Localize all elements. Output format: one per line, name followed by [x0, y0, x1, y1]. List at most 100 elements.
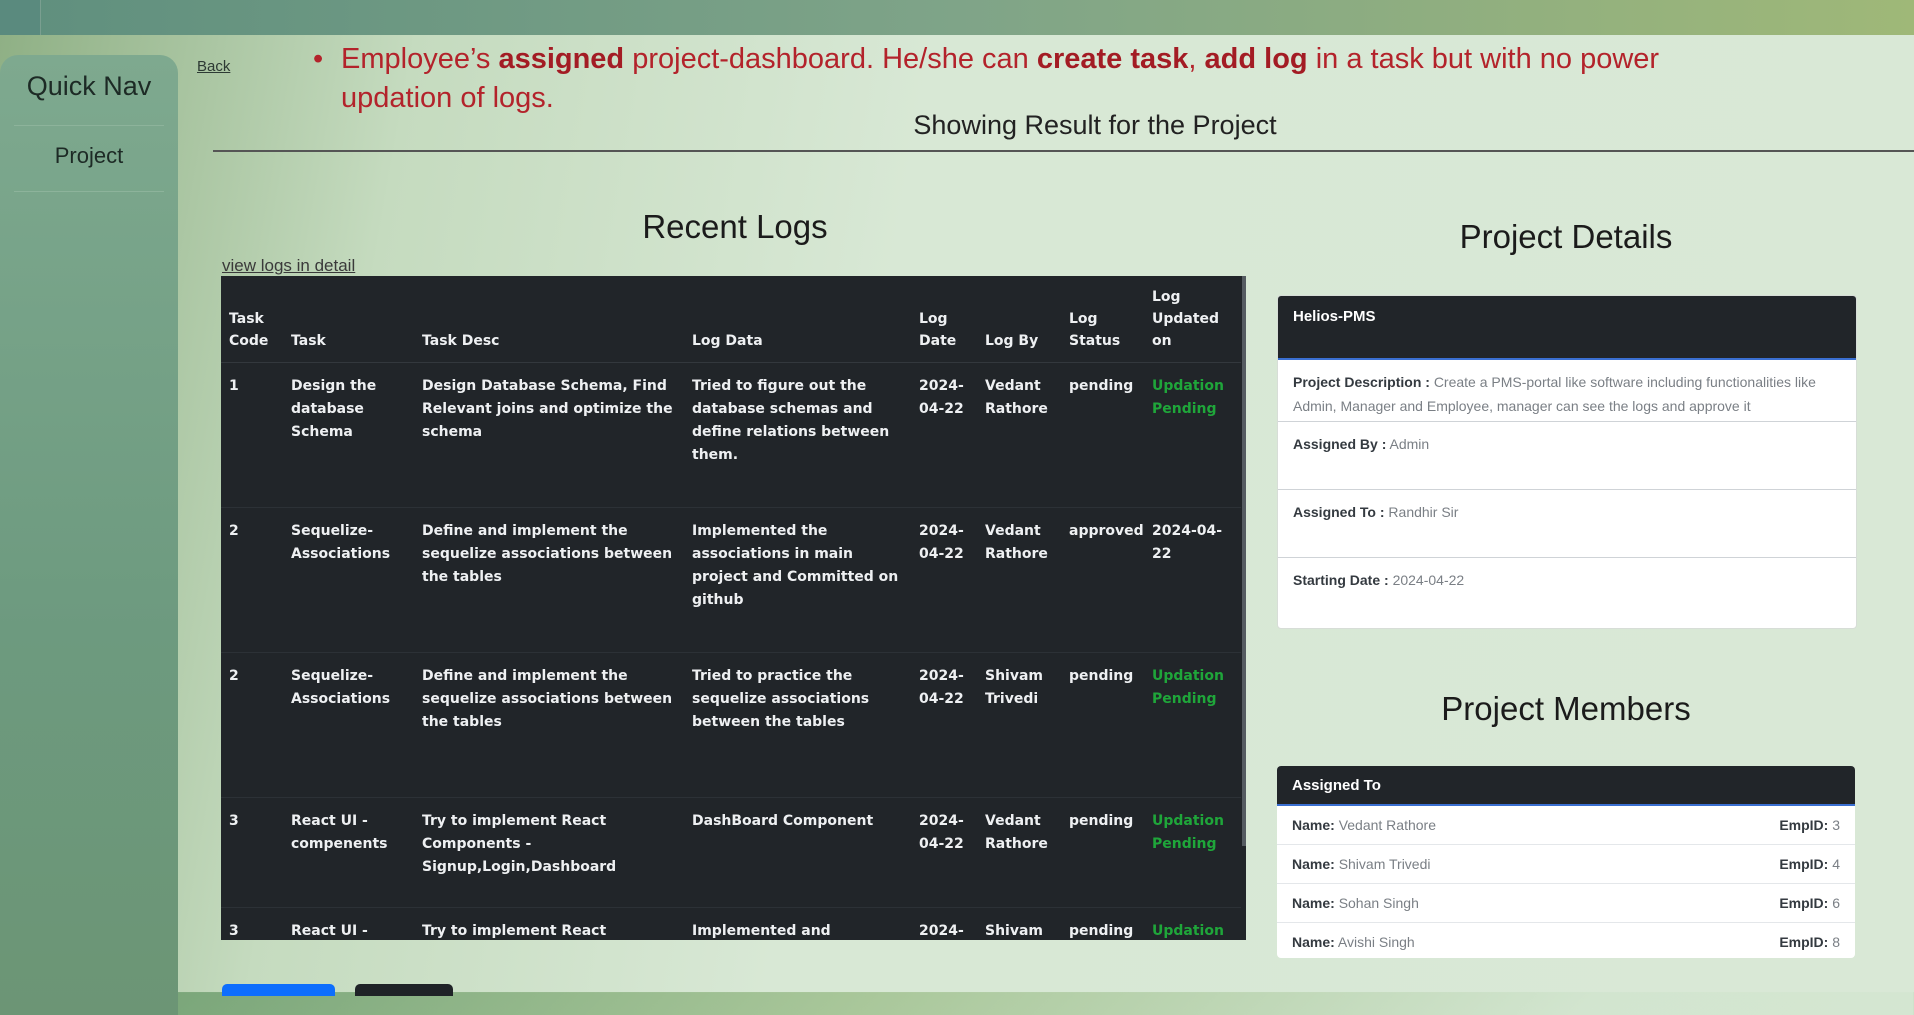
note-part: , [1188, 43, 1205, 75]
cell-log-status: pending [1061, 362, 1144, 508]
cell-log-data: Implemented the associations in main pro… [684, 507, 911, 653]
project-members-card: Assigned To Name: Vedant Rathore EmpID: … [1277, 766, 1855, 958]
cell-log-updated: Updation Pending [1144, 797, 1241, 908]
note-part: project-dashboard. He/she can [624, 43, 1037, 75]
name-label: Name: [1292, 856, 1335, 872]
section-divider [213, 150, 1914, 152]
cell-log-data: DashBoard Component [684, 797, 911, 908]
cell-log-date: 2024-04-22 [911, 362, 977, 508]
member-empid: EmpID: 4 [1779, 845, 1840, 884]
table-row: 2 Sequelize-Associations Define and impl… [221, 652, 1241, 798]
empid-value: 6 [1832, 895, 1840, 911]
empid-value: 3 [1832, 817, 1840, 833]
empid-label: EmpID: [1779, 856, 1829, 872]
cell-task: Sequelize-Associations [283, 507, 414, 653]
table-header-row: Task Code Task Task Desc Log Data Log Da… [221, 276, 1241, 363]
cell-log-status: pending [1061, 652, 1144, 798]
cell-log-by: Shivam [977, 907, 1061, 940]
name-label: Name: [1292, 934, 1335, 950]
member-name: Avishi Singh [1337, 934, 1415, 950]
cell-task-desc: Define and implement the sequelize assoc… [414, 652, 684, 798]
assigned-to-value: Randhir Sir [1388, 504, 1459, 520]
member-row: Name: Avishi Singh EmpID: 8 [1277, 923, 1855, 958]
cell-log-by: Shivam Trivedi [977, 652, 1061, 798]
cell-log-status: pending [1061, 907, 1144, 940]
cell-task-code: 3 [221, 907, 283, 940]
field-label: Assigned To : [1293, 504, 1385, 520]
members-header: Assigned To [1277, 766, 1855, 806]
dark-button[interactable] [355, 984, 453, 996]
project-members-title: Project Members [1441, 690, 1691, 727]
cell-task: Design the database Schema [283, 362, 414, 508]
cell-log-updated: Updation Pending [1144, 652, 1241, 798]
back-link[interactable]: Back [197, 58, 230, 75]
name-label: Name: [1292, 895, 1335, 911]
member-row: Name: Vedant Rathore EmpID: 3 [1277, 806, 1855, 845]
recent-logs-table: Task Code Task Task Desc Log Data Log Da… [221, 276, 1241, 940]
field-label: Project Description : [1293, 374, 1430, 390]
project-details-card: Helios-PMS Project Description : Create … [1277, 295, 1857, 629]
cell-log-data: Tried to practice the sequelize associat… [684, 652, 911, 798]
note-part: Employee’s [341, 43, 499, 75]
member-empid: EmpID: 8 [1779, 923, 1840, 958]
recent-logs-title: Recent Logs [642, 208, 828, 245]
field-label: Assigned By : [1293, 436, 1387, 452]
empid-value: 8 [1832, 934, 1840, 950]
cell-log-date: 2024-04-22 [911, 797, 977, 908]
cell-log-by: Vedant Rathore [977, 362, 1061, 508]
member-empid: EmpID: 3 [1779, 806, 1840, 845]
empid-label: EmpID: [1779, 817, 1829, 833]
empid-value: 4 [1832, 856, 1840, 872]
table-scrollbar[interactable] [1242, 276, 1246, 846]
top-bar-stub [0, 0, 41, 35]
top-bar [0, 0, 1914, 36]
cell-log-by: Vedant Rathore [977, 507, 1061, 653]
primary-button[interactable] [222, 984, 335, 996]
view-logs-link[interactable]: view logs in detail [222, 256, 355, 276]
name-label: Name: [1292, 817, 1335, 833]
cell-log-date: 2024- [911, 907, 977, 940]
empid-label: EmpID: [1779, 895, 1829, 911]
member-row: Name: Shivam Trivedi EmpID: 4 [1277, 845, 1855, 884]
column-header: Log Updated on [1144, 276, 1241, 363]
cell-task-code: 1 [221, 362, 283, 508]
project-details-title: Project Details [1459, 218, 1673, 255]
sidebar-title: Quick Nav [26, 71, 152, 101]
starting-date-value: 2024-04-22 [1392, 572, 1465, 588]
cell-log-updated: 2024-04-22 [1144, 507, 1241, 653]
cell-log-data: Implemented and designed [684, 907, 911, 940]
member-name: Vedant Rathore [1338, 817, 1436, 833]
column-header: Log Status [1061, 276, 1144, 363]
cell-task-desc: Design Database Schema, Find Relevant jo… [414, 362, 684, 508]
cell-task: React UI - [283, 907, 414, 940]
cell-task: React UI - compenents [283, 797, 414, 908]
cell-task-code: 2 [221, 507, 283, 653]
column-header: Task [283, 276, 414, 363]
cell-task-desc: Define and implement the sequelize assoc… [414, 507, 684, 653]
cell-task-code: 2 [221, 652, 283, 798]
table-row: 3 React UI - Try to implement React Comp… [221, 907, 1241, 940]
sidebar-item-project[interactable]: Project [0, 143, 178, 169]
note-part-bold: create task [1036, 43, 1189, 75]
cell-log-updated: Updation Pending [1144, 362, 1241, 508]
cell-task-desc: Try to implement React Components [414, 907, 684, 940]
cell-log-data: Tried to figure out the database schemas… [684, 362, 911, 508]
cell-log-by: Vedant Rathore [977, 797, 1061, 908]
column-header: Task Code [221, 276, 283, 363]
project-name: Helios-PMS [1278, 296, 1856, 360]
cell-log-status: pending [1061, 797, 1144, 908]
empid-label: EmpID: [1779, 934, 1829, 950]
note-part-bold: assigned [498, 43, 625, 75]
cell-log-status: approved [1061, 507, 1144, 653]
note-part-bold: add log [1204, 43, 1308, 75]
member-row: Name: Sohan Singh EmpID: 6 [1277, 884, 1855, 923]
column-header: Log By [977, 276, 1061, 363]
table-row: 1 Design the database Schema Design Data… [221, 362, 1241, 508]
member-empid: EmpID: 6 [1779, 884, 1840, 923]
member-name: Sohan Singh [1338, 895, 1419, 911]
result-title: Showing Result for the Project [913, 110, 1277, 140]
cell-log-date: 2024-04-22 [911, 507, 977, 653]
recent-logs-table-container[interactable]: Task Code Task Task Desc Log Data Log Da… [221, 276, 1246, 940]
table-row: 2 Sequelize-Associations Define and impl… [221, 507, 1241, 653]
cell-task-desc: Try to implement React Components - Sign… [414, 797, 684, 908]
